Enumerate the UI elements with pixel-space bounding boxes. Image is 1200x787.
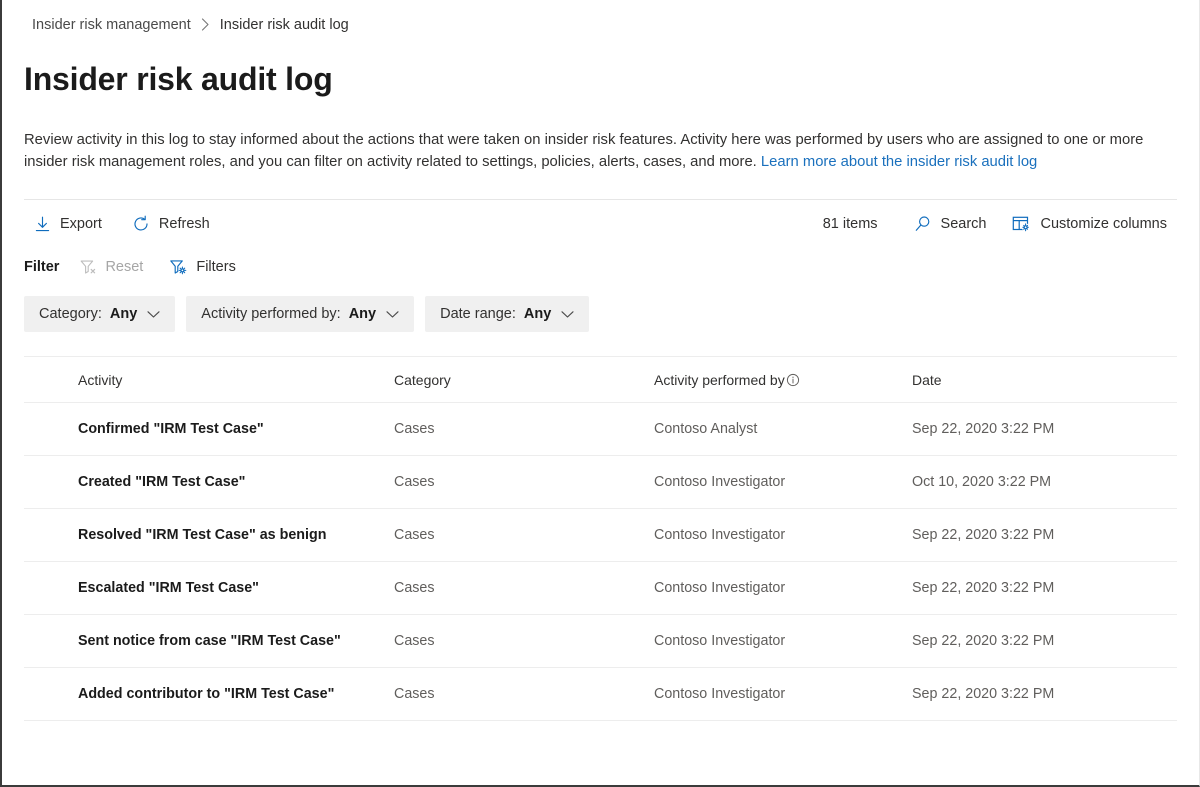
cell-activity: Confirmed "IRM Test Case" — [24, 403, 394, 456]
table-row[interactable]: Confirmed "IRM Test Case" Cases Contoso … — [24, 403, 1177, 456]
funnel-clear-icon — [79, 258, 97, 276]
table-row[interactable]: Resolved "IRM Test Case" as benign Cases… — [24, 509, 1177, 562]
page-description: Review activity in this log to stay info… — [24, 130, 1176, 173]
chevron-right-icon — [201, 18, 210, 31]
chevron-down-icon — [147, 310, 160, 319]
filter-pill-category-label: Category: — [39, 306, 102, 322]
funnel-settings-icon — [169, 258, 188, 276]
reset-filters-label: Reset — [105, 259, 143, 275]
cell-performed-by: Contoso Investigator — [654, 456, 912, 509]
cell-performed-by: Contoso Investigator — [654, 562, 912, 615]
reset-filters-button[interactable]: Reset — [73, 254, 149, 280]
filter-pill-date-range[interactable]: Date range: Any — [425, 296, 589, 332]
column-header-category[interactable]: Category — [394, 357, 654, 403]
search-button[interactable]: Search — [904, 209, 997, 239]
refresh-button[interactable]: Refresh — [122, 209, 220, 239]
filter-bar: Filter Reset Filters — [24, 252, 1177, 282]
refresh-button-label: Refresh — [159, 216, 210, 232]
command-bar: Export Refresh 81 items Search — [24, 200, 1177, 244]
chevron-down-icon — [386, 310, 399, 319]
cell-activity: Resolved "IRM Test Case" as benign — [24, 509, 394, 562]
filter-pill-category[interactable]: Category: Any — [24, 296, 175, 332]
breadcrumb: Insider risk management Insider risk aud… — [2, 0, 1199, 34]
cell-category: Cases — [394, 456, 654, 509]
cell-performed-by: Contoso Investigator — [654, 509, 912, 562]
cell-category: Cases — [394, 668, 654, 721]
items-count: 81 items — [823, 216, 878, 232]
filter-pill-category-value: Any — [110, 306, 137, 322]
filters-button-label: Filters — [196, 259, 235, 275]
column-header-date-label: Date — [912, 372, 942, 388]
column-header-activity-performed-by-label: Activity performed by — [654, 372, 785, 388]
learn-more-link[interactable]: Learn more about the insider risk audit … — [761, 154, 1037, 170]
cell-date: Sep 22, 2020 3:22 PM — [912, 668, 1177, 721]
table-row[interactable]: Added contributor to "IRM Test Case" Cas… — [24, 668, 1177, 721]
command-bar-right-group: 81 items Search Cus — [823, 209, 1177, 239]
chevron-down-icon — [561, 310, 574, 319]
customize-columns-icon — [1012, 215, 1031, 233]
cell-activity: Escalated "IRM Test Case" — [24, 562, 394, 615]
audit-log-table: Activity Category Activity performed by — [24, 357, 1177, 721]
customize-columns-button-label: Customize columns — [1040, 216, 1167, 232]
audit-log-table-container: Activity Category Activity performed by — [24, 356, 1177, 721]
cell-activity: Created "IRM Test Case" — [24, 456, 394, 509]
refresh-icon — [132, 215, 150, 233]
info-icon[interactable] — [786, 373, 800, 387]
filter-pill-activity-performed-by-label: Activity performed by: — [201, 306, 340, 322]
table-row[interactable]: Created "IRM Test Case" Cases Contoso In… — [24, 456, 1177, 509]
table-row[interactable]: Sent notice from case "IRM Test Case" Ca… — [24, 615, 1177, 668]
column-header-activity-label: Activity — [78, 372, 122, 388]
cell-category: Cases — [394, 509, 654, 562]
export-button[interactable]: Export — [24, 210, 112, 239]
cell-activity: Sent notice from case "IRM Test Case" — [24, 615, 394, 668]
breadcrumb-current-page: Insider risk audit log — [220, 17, 349, 33]
search-button-label: Search — [941, 216, 987, 232]
filter-pill-activity-performed-by[interactable]: Activity performed by: Any — [186, 296, 414, 332]
cell-date: Oct 10, 2020 3:22 PM — [912, 456, 1177, 509]
filter-pill-row: Category: Any Activity performed by: Any… — [24, 296, 1177, 332]
export-button-label: Export — [60, 216, 102, 232]
cell-date: Sep 22, 2020 3:22 PM — [912, 562, 1177, 615]
search-icon — [914, 215, 932, 233]
filter-label: Filter — [24, 259, 59, 275]
customize-columns-button[interactable]: Customize columns — [1002, 209, 1177, 239]
column-header-activity-performed-by[interactable]: Activity performed by — [654, 357, 912, 403]
cell-category: Cases — [394, 562, 654, 615]
table-header-row: Activity Category Activity performed by — [24, 357, 1177, 403]
cell-performed-by: Contoso Investigator — [654, 615, 912, 668]
cell-date: Sep 22, 2020 3:22 PM — [912, 403, 1177, 456]
filter-pill-date-range-value: Any — [524, 306, 551, 322]
column-header-category-label: Category — [394, 372, 451, 388]
filter-pill-activity-performed-by-value: Any — [349, 306, 376, 322]
table-body: Confirmed "IRM Test Case" Cases Contoso … — [24, 403, 1177, 721]
cell-performed-by: Contoso Analyst — [654, 403, 912, 456]
filter-pill-date-range-label: Date range: — [440, 306, 516, 322]
column-header-activity[interactable]: Activity — [24, 357, 394, 403]
download-icon — [34, 216, 51, 233]
cell-category: Cases — [394, 615, 654, 668]
column-header-date[interactable]: Date — [912, 357, 1177, 403]
table-header: Activity Category Activity performed by — [24, 357, 1177, 403]
cell-activity: Added contributor to "IRM Test Case" — [24, 668, 394, 721]
cell-performed-by: Contoso Investigator — [654, 668, 912, 721]
cell-date: Sep 22, 2020 3:22 PM — [912, 509, 1177, 562]
command-bar-left-group: Export Refresh — [24, 209, 220, 239]
page-title: Insider risk audit log — [24, 60, 1199, 98]
filters-button[interactable]: Filters — [163, 254, 241, 280]
breadcrumb-parent-link[interactable]: Insider risk management — [32, 17, 191, 33]
cell-category: Cases — [394, 403, 654, 456]
cell-date: Sep 22, 2020 3:22 PM — [912, 615, 1177, 668]
table-row[interactable]: Escalated "IRM Test Case" Cases Contoso … — [24, 562, 1177, 615]
